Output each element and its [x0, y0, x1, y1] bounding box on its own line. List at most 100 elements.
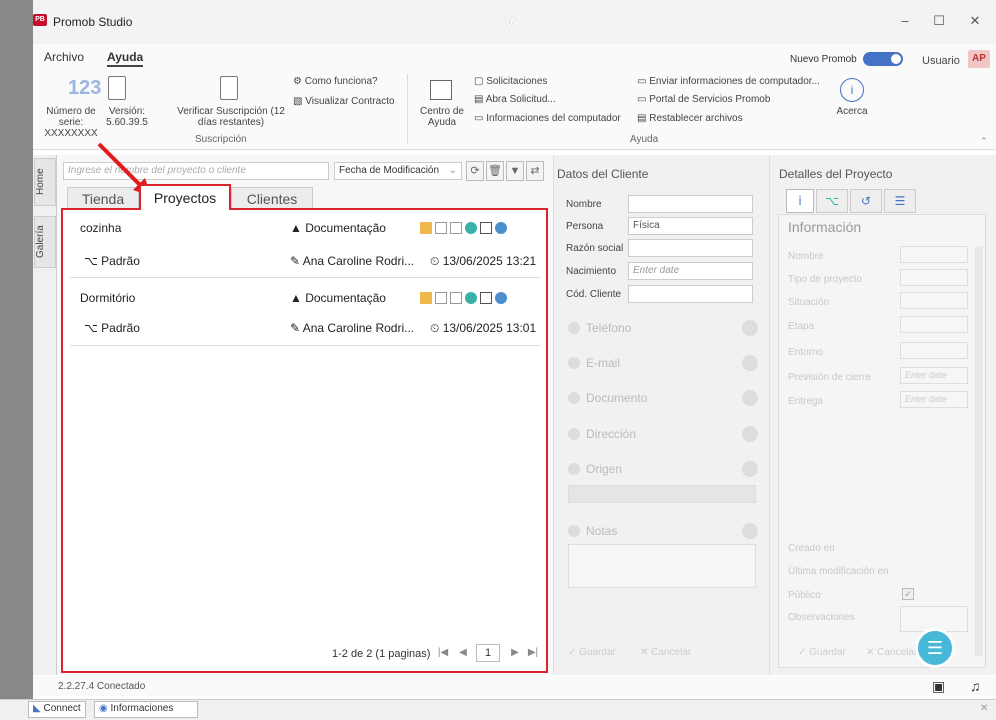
last-page-icon[interactable]: ▶|: [526, 647, 540, 661]
origin-select[interactable]: [568, 485, 756, 503]
details-tab-list-icon[interactable]: ☰: [884, 189, 916, 213]
address-label: Dirección: [586, 427, 637, 441]
email-icon: [568, 357, 580, 369]
share-icon[interactable]: [465, 222, 477, 235]
add-address-icon[interactable]: [742, 426, 758, 442]
folder-icon[interactable]: [420, 292, 432, 305]
address-group[interactable]: Dirección: [568, 424, 758, 450]
project-env-row[interactable]: ⌥ Padrão ✎ Ana Caroline Rodri... ⏲ 13/06…: [70, 312, 540, 344]
add-document-icon[interactable]: [742, 390, 758, 406]
client-name-input[interactable]: [628, 195, 753, 213]
export-icon[interactable]: [450, 292, 462, 305]
screens-icon[interactable]: ▣: [932, 678, 945, 695]
tab-proyectos[interactable]: Proyectos: [139, 184, 231, 210]
notes-toggle-icon[interactable]: [742, 523, 758, 539]
first-page-icon[interactable]: |◀: [436, 647, 450, 661]
detail-delivery-input[interactable]: Enter date: [900, 391, 968, 408]
next-page-icon[interactable]: ▶: [508, 647, 522, 661]
user-label[interactable]: Usuario: [922, 55, 960, 67]
about-button[interactable]: Acerca: [830, 106, 874, 117]
export-icon[interactable]: [450, 222, 462, 235]
cloud-icon[interactable]: [495, 292, 507, 305]
details-save-button[interactable]: ✓ Guardar: [798, 647, 846, 658]
avatar[interactable]: AP: [968, 50, 990, 68]
menu-file[interactable]: Archivo: [44, 50, 84, 64]
computer-info-link[interactable]: ▭ Informaciones del computador: [474, 113, 621, 125]
email-group[interactable]: E-mail: [568, 353, 758, 379]
detail-env-select[interactable]: [900, 342, 968, 359]
row-divider: [70, 345, 540, 346]
open-request-link[interactable]: ▤ Abra Solicitud...: [474, 94, 556, 106]
copy-icon[interactable]: [435, 292, 447, 305]
copy-icon[interactable]: [435, 222, 447, 235]
help-center-button[interactable]: Centro de Ayuda: [416, 106, 468, 128]
sort-select[interactable]: Fecha de Modificación ⌄: [334, 162, 462, 180]
sync-icon[interactable]: ⇄: [526, 161, 544, 181]
client-cancel-button[interactable]: ✕ Cancelar: [640, 647, 691, 658]
cloud-icon[interactable]: [495, 222, 507, 235]
filter-icon[interactable]: ▼: [506, 161, 524, 181]
details-cancel-button[interactable]: ✕ Cancelar: [866, 647, 917, 658]
collapse-ribbon-icon[interactable]: ⌃: [980, 136, 988, 147]
refresh-icon[interactable]: ⟳: [466, 161, 484, 181]
restore-files-link[interactable]: ▤ Restablecer archivos: [637, 113, 743, 125]
requests-link[interactable]: ▢ Solicitaciones: [474, 76, 547, 88]
client-save-button[interactable]: ✓ Guardar: [568, 647, 616, 658]
taskbar-close-icon[interactable]: ✕: [980, 703, 988, 714]
person-select[interactable]: Física: [628, 217, 753, 235]
chat-bubble-icon[interactable]: ☰: [915, 628, 955, 668]
trash-icon[interactable]: 🗑: [486, 161, 504, 181]
add-email-icon[interactable]: [742, 355, 758, 371]
phone-group[interactable]: Teléfono: [568, 318, 758, 344]
bell-icon[interactable]: ♫: [970, 678, 981, 694]
ribbon-divider: [407, 74, 408, 144]
informaciones-button[interactable]: ◉ Informaciones: [94, 701, 198, 718]
project-env-row[interactable]: ⌥ Padrão ✎ Ana Caroline Rodri... ⏲ 13/06…: [70, 245, 540, 277]
share-icon[interactable]: [465, 292, 477, 305]
view-contract-link[interactable]: ▧ Visualizar Contracto: [293, 96, 395, 108]
tab-clientes[interactable]: Clientes: [231, 187, 313, 209]
page-input[interactable]: 1: [476, 644, 500, 662]
origin-toggle-icon[interactable]: [742, 461, 758, 477]
minimize-icon[interactable]: –: [895, 12, 915, 30]
connect-button[interactable]: ◣ Connect: [28, 701, 86, 718]
services-portal-link[interactable]: ▭ Portal de Servicios Promob: [637, 94, 770, 106]
details-tab-env-icon[interactable]: ⌥: [816, 189, 848, 213]
subscription-group-label: Suscripción: [195, 134, 247, 145]
details-scrollbar[interactable]: [975, 246, 983, 656]
new-promob-toggle[interactable]: [863, 52, 903, 66]
details-tab-info-icon[interactable]: ⅰ: [786, 189, 814, 213]
detail-status-select[interactable]: [900, 292, 968, 309]
verify-subscription-button[interactable]: Verificar Suscripción (12 días restantes): [172, 106, 290, 128]
company-input[interactable]: [628, 239, 753, 257]
env-name: ⌥ Padrão: [84, 321, 140, 335]
project-row[interactable]: Dormitório ▲ Documentação: [70, 282, 540, 314]
add-phone-icon[interactable]: [742, 320, 758, 336]
menu-help[interactable]: Ayuda: [107, 50, 144, 67]
detail-closing-input[interactable]: Enter date: [900, 367, 968, 384]
details-tab-history-icon[interactable]: ↺: [850, 189, 882, 213]
how-works-link[interactable]: ⚙ Como funciona?: [293, 76, 378, 88]
birth-input[interactable]: Enter date: [628, 262, 753, 280]
detail-type-select[interactable]: [900, 269, 968, 286]
birth-label: Nacimiento: [566, 266, 617, 277]
document-group[interactable]: Documento: [568, 388, 758, 414]
serial-label[interactable]: Número de serie: XXXXXXXX: [38, 106, 104, 139]
detail-stage-select[interactable]: [900, 316, 968, 333]
trash-icon[interactable]: [480, 222, 492, 235]
sidebar-item-gallery[interactable]: Galería: [34, 216, 56, 268]
maximize-icon[interactable]: ☐: [929, 12, 949, 30]
origin-group[interactable]: Origen: [568, 459, 758, 485]
project-row[interactable]: cozinha ▲ Documentação: [70, 212, 540, 244]
detail-name-input[interactable]: [900, 246, 968, 263]
notes-textarea[interactable]: [568, 544, 756, 588]
close-icon[interactable]: ✕: [965, 12, 985, 30]
project-doc: ▲ Documentação: [290, 221, 386, 235]
code-input[interactable]: [628, 285, 753, 303]
prev-page-icon[interactable]: ◀: [456, 647, 470, 661]
sidebar-item-home[interactable]: Home: [34, 158, 56, 206]
send-info-link[interactable]: ▭ Enviar informaciones de computador...: [637, 76, 820, 88]
trash-icon[interactable]: [480, 292, 492, 305]
public-checkbox[interactable]: ✓: [902, 588, 914, 600]
folder-icon[interactable]: [420, 222, 432, 235]
